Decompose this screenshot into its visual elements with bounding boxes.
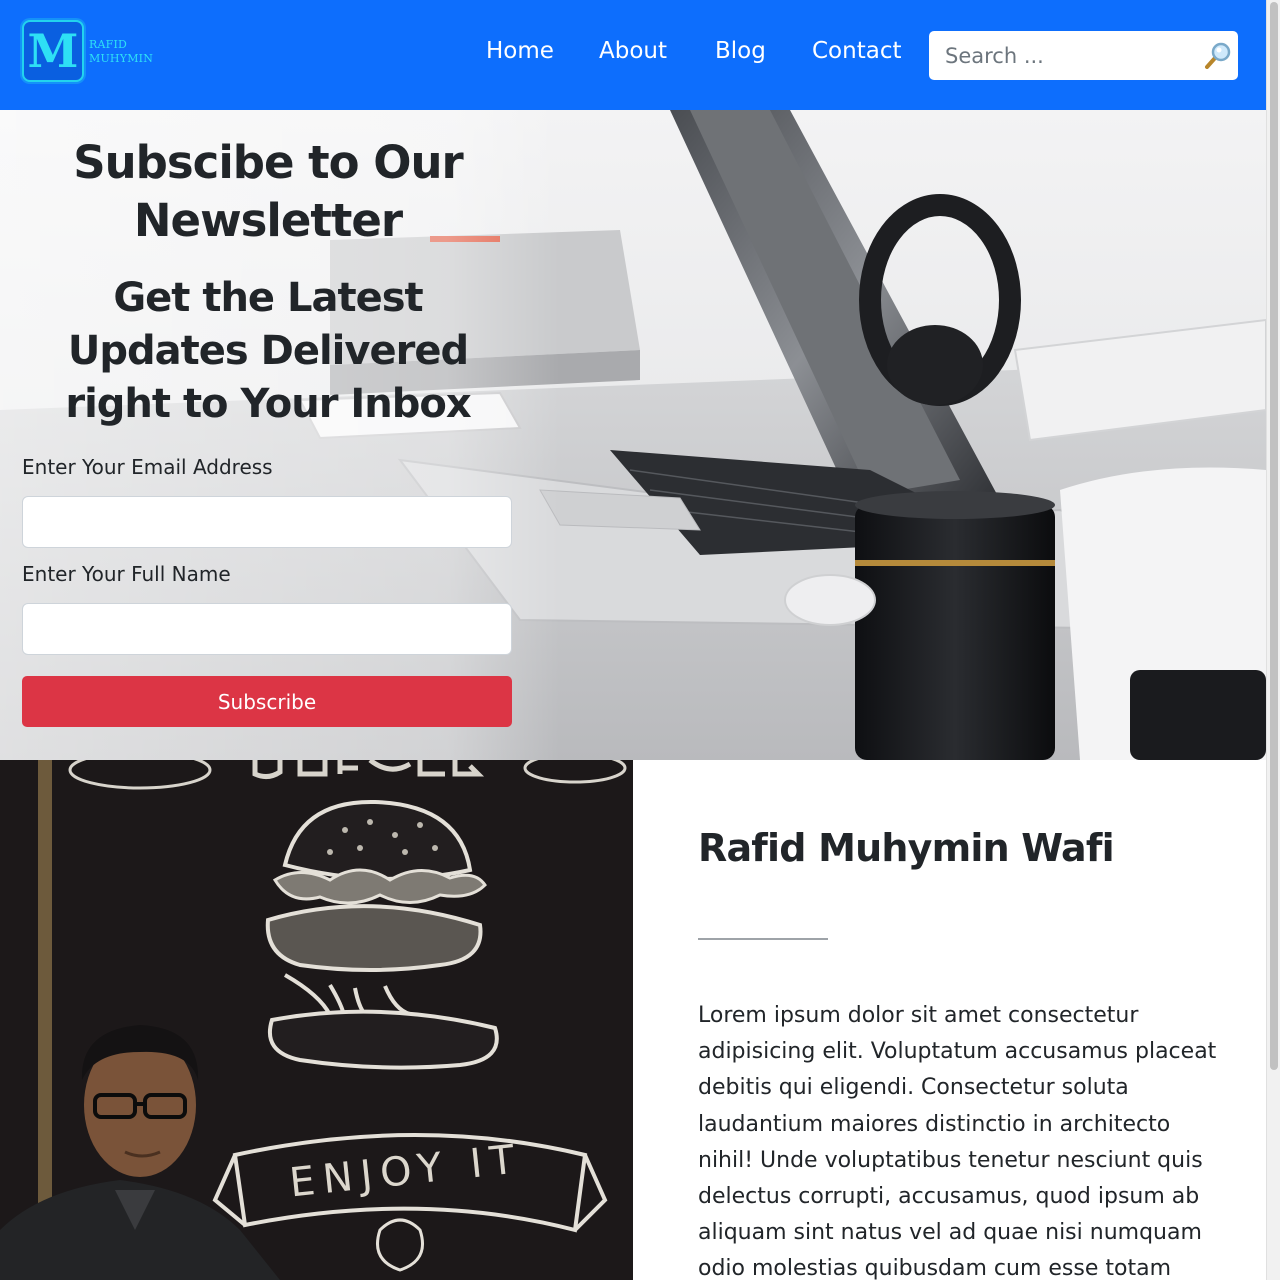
- chalkboard-portrait-image: ENJOY IT: [0, 760, 633, 1280]
- navbar: M RAFID MUHYMIN Home About Blog Contact: [0, 0, 1266, 110]
- section-divider: [698, 938, 828, 940]
- profile-photo: ENJOY IT: [0, 760, 633, 1280]
- scrollbar-thumb[interactable]: [1270, 2, 1278, 1070]
- nav-link-about[interactable]: About: [599, 38, 667, 64]
- about-content: Rafid Muhymin Wafi Lorem ipsum dolor sit…: [633, 760, 1266, 1280]
- brand-name[interactable]: RAFID MUHYMIN: [89, 38, 153, 66]
- search-input[interactable]: [929, 31, 1199, 80]
- logo-letter: M: [27, 24, 79, 78]
- page-scrollbar[interactable]: [1266, 0, 1280, 1280]
- nav-link-blog[interactable]: Blog: [715, 38, 766, 64]
- author-bio: Lorem ipsum dolor sit amet consectetur a…: [698, 1003, 1217, 1280]
- nav-link-contact[interactable]: Contact: [812, 38, 901, 64]
- newsletter-subtitle: Get the Latest Updates Delivered right t…: [65, 275, 471, 427]
- search-box: [929, 31, 1238, 80]
- magnifier-icon[interactable]: [1204, 41, 1232, 69]
- author-name: Rafid Muhymin Wafi: [698, 826, 1115, 870]
- brand-name-line2: MUHYMIN: [89, 52, 154, 65]
- subscribe-button[interactable]: Subscribe: [22, 676, 512, 727]
- brand-logo[interactable]: M: [22, 20, 84, 82]
- email-label: Enter Your Email Address: [22, 455, 273, 479]
- brand-name-line1: RAFID: [89, 38, 128, 51]
- nav-link-home[interactable]: Home: [486, 38, 554, 64]
- full-name-field[interactable]: [22, 603, 512, 655]
- newsletter-hero: Subscibe to Our Newsletter Get the Lates…: [0, 110, 1266, 760]
- newsletter-title: Subscibe to Our Newsletter: [73, 136, 464, 247]
- full-name-label: Enter Your Full Name: [22, 562, 231, 586]
- email-field[interactable]: [22, 496, 512, 548]
